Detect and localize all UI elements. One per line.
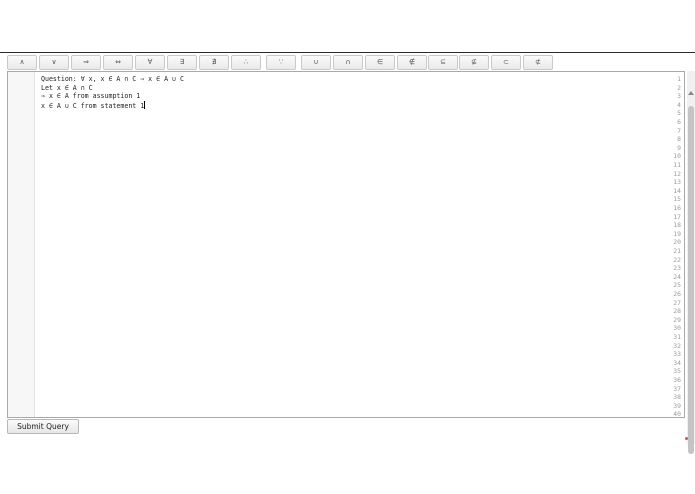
code-line-3[interactable]: ⇒ x ∈ A from assumption 1 [41,92,140,101]
line-number: 15 [673,195,681,204]
line-number: 7 [677,126,681,135]
scroll-up-icon[interactable] [688,91,694,95]
line-number: 3 [677,92,681,101]
line-number-gutter [8,72,35,417]
line-number: 31 [673,333,681,341]
because-symbol-button[interactable]: ∵ [266,55,296,70]
line-number: 18 [673,221,681,230]
intersection-symbol-button[interactable]: ∩ [333,55,363,70]
line-number: 4 [677,100,681,109]
line-number: 27 [673,298,681,307]
element-of-symbol-button[interactable]: ∈ [365,55,395,70]
window-top-area [0,0,695,53]
line-number: 17 [673,212,681,221]
implies-symbol-button[interactable]: ⇒ [71,55,101,70]
line-number: 35 [673,367,681,376]
line-number: 34 [673,358,681,367]
submit-query-button[interactable]: Submit Query [7,419,79,434]
line-number: 1 [677,75,681,83]
line-number: 2 [677,83,681,92]
line-number: 13 [673,178,681,187]
line-number: 12 [673,169,681,178]
line-number: 10 [673,152,681,161]
union-symbol-button[interactable]: ∪ [301,55,331,70]
line-number: 26 [673,290,681,298]
line-number: 6 [677,118,681,126]
code-line-2[interactable]: Let x ∈ A ∩ C [41,84,93,93]
not-subset-symbol-button[interactable]: ⊄ [523,55,553,70]
line-number: 32 [673,341,681,350]
line-number: 40 [673,410,681,418]
line-number: 29 [673,315,681,324]
subset-eq-symbol-button[interactable]: ⊆ [428,55,458,70]
line-number: 14 [673,186,681,195]
not-element-of-symbol-button[interactable]: ∉ [397,55,427,70]
resize-indicator-icon [685,437,688,440]
line-number: 23 [673,264,681,273]
line-number: 21 [673,247,681,255]
line-number: 25 [673,281,681,290]
line-number: 11 [673,161,681,169]
line-number: 20 [673,238,681,247]
not-exists-symbol-button[interactable]: ∄ [199,55,229,70]
line-number: 9 [677,143,681,152]
code-line-4-text: x ∈ A ∪ C from statement 1 [41,101,145,110]
subset-symbol-button[interactable]: ⊂ [491,55,521,70]
code-line-4[interactable]: x ∈ A ∪ C from statement 1 [41,100,146,110]
exists-symbol-button[interactable]: ∃ [167,55,197,70]
line-number: 22 [673,255,681,264]
not-subset-eq-symbol-button[interactable]: ⊈ [459,55,489,70]
vertical-scrollbar[interactable] [687,71,695,454]
scrollbar-thumb[interactable] [688,106,694,454]
line-number: 39 [673,401,681,410]
line-number: 36 [673,376,681,384]
line-number: 5 [677,109,681,118]
line-number: 24 [673,272,681,281]
text-cursor [144,100,146,109]
line-number: 38 [673,393,681,402]
proof-editor[interactable]: Question: ∀ x, x ∈ A ∩ C ⇒ x ∈ A ∪ C Let… [7,71,685,418]
proof-editor-page: ∧ ∨ ⇒ ⇔ ∀ ∃ ∄ ∴ ∵ ∪ ∩ ∈ ∉ ⊆ ⊈ ⊂ ⊄ Questi… [0,53,695,494]
line-number: 8 [677,135,681,144]
code-line-1[interactable]: Question: ∀ x, x ∈ A ∩ C ⇒ x ∈ A ∪ C [41,75,184,84]
iff-symbol-button[interactable]: ⇔ [103,55,133,70]
forall-symbol-button[interactable]: ∀ [135,55,165,70]
line-number: 30 [673,324,681,333]
line-number: 37 [673,384,681,393]
or-symbol-button[interactable]: ∨ [39,55,69,70]
symbol-toolbar: ∧ ∨ ⇒ ⇔ ∀ ∃ ∄ ∴ ∵ ∪ ∩ ∈ ∉ ⊆ ⊈ ⊂ ⊄ [7,55,687,71]
line-number: 28 [673,307,681,316]
and-symbol-button[interactable]: ∧ [7,55,37,70]
line-number: 33 [673,350,681,359]
line-number: 16 [673,204,681,212]
therefore-symbol-button[interactable]: ∴ [231,55,261,70]
line-number: 19 [673,229,681,238]
